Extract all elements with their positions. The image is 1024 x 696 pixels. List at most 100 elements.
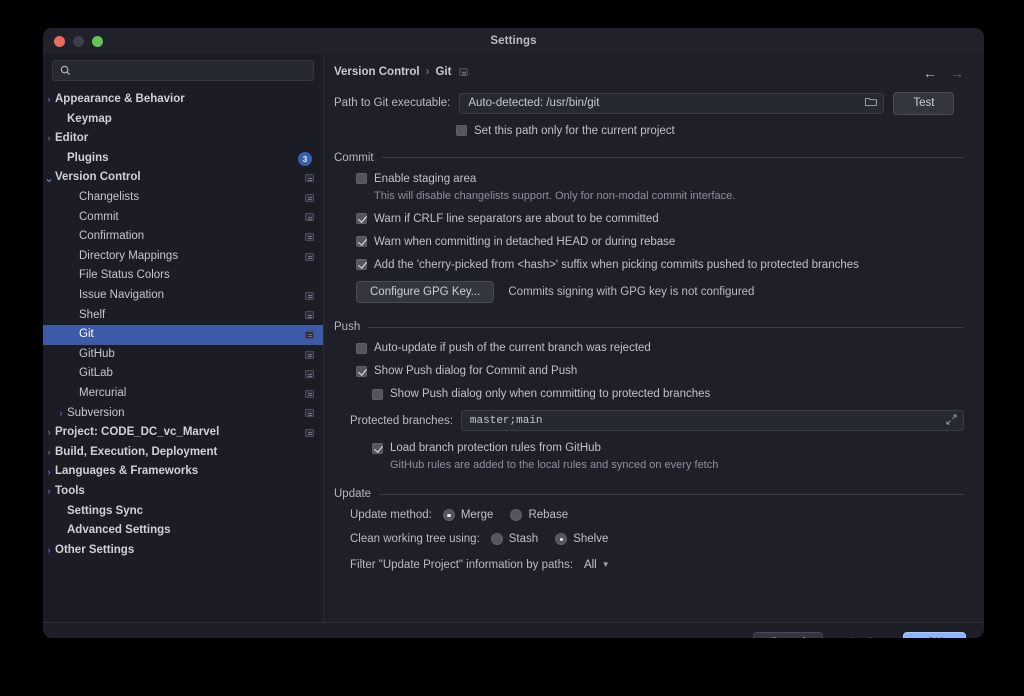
show-push-protected-checkbox[interactable]	[372, 389, 383, 400]
commit-group-header: Commit	[334, 152, 964, 164]
sidebar-item-commit[interactable]: Commit	[43, 208, 323, 228]
chevron-right-icon[interactable]: ›	[43, 468, 55, 477]
update-method-option-merge[interactable]: Merge	[443, 509, 494, 521]
sidebar-item-mercurial[interactable]: Mercurial	[43, 384, 323, 404]
push-group-header: Push	[334, 321, 964, 333]
sidebar-item-build-execution-deployment[interactable]: ›Build, Execution, Deployment	[43, 443, 323, 463]
chevron-right-icon[interactable]: ›	[55, 409, 67, 418]
current-project-checkbox-row[interactable]: Set this path only for the current proje…	[456, 125, 964, 137]
breadcrumb-root[interactable]: Version Control	[334, 66, 420, 78]
help-button[interactable]: ?	[61, 635, 78, 638]
sidebar-item-plugins[interactable]: Plugins 3	[43, 149, 323, 169]
sidebar-item-label: Confirmation	[79, 231, 144, 243]
sidebar-item-label: Plugins	[67, 153, 109, 165]
load-rules-row[interactable]: Load branch protection rules from GitHub	[372, 442, 964, 454]
sidebar-item-gitlab[interactable]: GitLab	[43, 364, 323, 384]
chevron-right-icon[interactable]: ›	[43, 487, 55, 496]
search-icon	[60, 65, 71, 76]
stash-radio[interactable]	[491, 533, 503, 545]
apply-button[interactable]: Apply	[832, 632, 895, 638]
filter-paths-label: Filter "Update Project" information by p…	[350, 559, 573, 571]
sidebar-item-github[interactable]: GitHub	[43, 345, 323, 365]
sidebar-item-settings-sync[interactable]: Settings Sync	[43, 501, 323, 521]
warn-crlf-checkbox[interactable]	[356, 213, 367, 224]
protected-branches-field[interactable]: master;main	[461, 410, 964, 431]
traffic-lights	[43, 36, 103, 47]
auto-update-checkbox[interactable]	[356, 343, 367, 354]
sidebar-item-other-settings[interactable]: ›Other Settings	[43, 541, 323, 561]
window-title: Settings	[43, 35, 984, 47]
cherry-picked-checkbox[interactable]	[356, 259, 367, 270]
sidebar-item-shelf[interactable]: Shelf	[43, 306, 323, 326]
show-push-dialog-checkbox[interactable]	[356, 366, 367, 377]
sidebar-item-editor[interactable]: ›Editor	[43, 129, 323, 149]
git-path-label: Path to Git executable:	[334, 97, 450, 109]
sidebar-item-directory-mappings[interactable]: Directory Mappings	[43, 247, 323, 267]
chevron-right-icon[interactable]: ›	[43, 134, 55, 143]
settings-tree: ›Appearance & BehaviorKeymap›EditorPlugi…	[43, 88, 323, 560]
sidebar-item-languages-frameworks[interactable]: ›Languages & Frameworks	[43, 462, 323, 482]
expand-diagonal-icon[interactable]	[946, 414, 957, 428]
title-bar: Settings	[43, 28, 984, 54]
breadcrumb-separator: ›	[426, 66, 430, 78]
sidebar-item-issue-navigation[interactable]: Issue Navigation	[43, 286, 323, 306]
sidebar-item-appearance-behavior[interactable]: ›Appearance & Behavior	[43, 90, 323, 110]
settings-sidebar: ›Appearance & BehaviorKeymap›EditorPlugi…	[43, 54, 324, 622]
back-arrow-icon[interactable]: ←	[923, 66, 937, 80]
sidebar-item-git[interactable]: Git	[43, 325, 323, 345]
sidebar-item-changelists[interactable]: Changelists	[43, 188, 323, 208]
chevron-right-icon[interactable]: ›	[43, 428, 55, 437]
sidebar-item-confirmation[interactable]: Confirmation	[43, 227, 323, 247]
show-push-dialog-row[interactable]: Show Push dialog for Commit and Push	[356, 365, 964, 377]
update-method-row: Update method: Merge Rebase	[350, 509, 964, 521]
cancel-button[interactable]: Cancel	[753, 632, 823, 638]
cherry-picked-row[interactable]: Add the 'cherry-picked from <hash>' suff…	[356, 259, 964, 271]
project-scope-icon	[305, 194, 314, 202]
enable-staging-hint: This will disable changelists support. O…	[374, 190, 964, 202]
sidebar-item-file-status-colors[interactable]: File Status Colors	[43, 266, 323, 286]
current-project-checkbox[interactable]	[456, 125, 467, 136]
load-rules-checkbox[interactable]	[372, 443, 383, 454]
update-method-option-rebase[interactable]: Rebase	[510, 509, 568, 521]
filter-paths-dropdown[interactable]: All ▼	[578, 557, 616, 573]
sidebar-item-project-code-dc-vc-marvel[interactable]: ›Project: CODE_DC_vc_Marvel	[43, 423, 323, 443]
folder-icon[interactable]	[865, 96, 877, 110]
sidebar-item-keymap[interactable]: Keymap	[43, 110, 323, 130]
chevron-down-icon[interactable]: ⌄	[43, 175, 55, 182]
sidebar-item-advanced-settings[interactable]: Advanced Settings	[43, 521, 323, 541]
test-button[interactable]: Test	[893, 92, 954, 115]
search-input[interactable]	[76, 65, 306, 77]
chevron-down-icon: ▼	[602, 561, 610, 569]
chevron-right-icon[interactable]: ›	[43, 95, 55, 104]
zoom-button[interactable]	[92, 36, 103, 47]
sidebar-item-label: Version Control	[55, 172, 141, 184]
clean-tree-option-shelve[interactable]: Shelve	[555, 533, 608, 545]
warn-detached-row[interactable]: Warn when committing in detached HEAD or…	[356, 236, 964, 248]
merge-radio[interactable]	[443, 509, 455, 521]
chevron-right-icon[interactable]: ›	[43, 448, 55, 457]
show-push-protected-row[interactable]: Show Push dialog only when committing to…	[372, 388, 964, 400]
clean-tree-row: Clean working tree using: Stash Shelve	[350, 533, 964, 545]
minimize-button[interactable]	[73, 36, 84, 47]
plugins-update-badge: 3	[298, 152, 312, 166]
project-scope-icon	[305, 311, 314, 319]
rebase-radio[interactable]	[510, 509, 522, 521]
sidebar-item-label: GitHub	[79, 349, 115, 361]
enable-staging-checkbox[interactable]	[356, 173, 367, 184]
forward-arrow-icon[interactable]: →	[950, 66, 964, 80]
sidebar-item-tools[interactable]: ›Tools	[43, 482, 323, 502]
warn-crlf-row[interactable]: Warn if CRLF line separators are about t…	[356, 213, 964, 225]
git-path-field[interactable]: Auto-detected: /usr/bin/git	[459, 93, 884, 114]
clean-tree-option-stash[interactable]: Stash	[491, 533, 538, 545]
warn-detached-checkbox[interactable]	[356, 236, 367, 247]
configure-gpg-key-button[interactable]: Configure GPG Key...	[356, 281, 494, 304]
auto-update-row[interactable]: Auto-update if push of the current branc…	[356, 342, 964, 354]
chevron-right-icon[interactable]: ›	[43, 546, 55, 555]
ok-button[interactable]: OK	[903, 632, 966, 638]
enable-staging-row[interactable]: Enable staging area	[356, 173, 964, 185]
search-box[interactable]	[52, 60, 314, 81]
sidebar-item-subversion[interactable]: ›Subversion	[43, 404, 323, 424]
sidebar-item-version-control[interactable]: ⌄Version Control	[43, 168, 323, 188]
close-button[interactable]	[54, 36, 65, 47]
shelve-radio[interactable]	[555, 533, 567, 545]
